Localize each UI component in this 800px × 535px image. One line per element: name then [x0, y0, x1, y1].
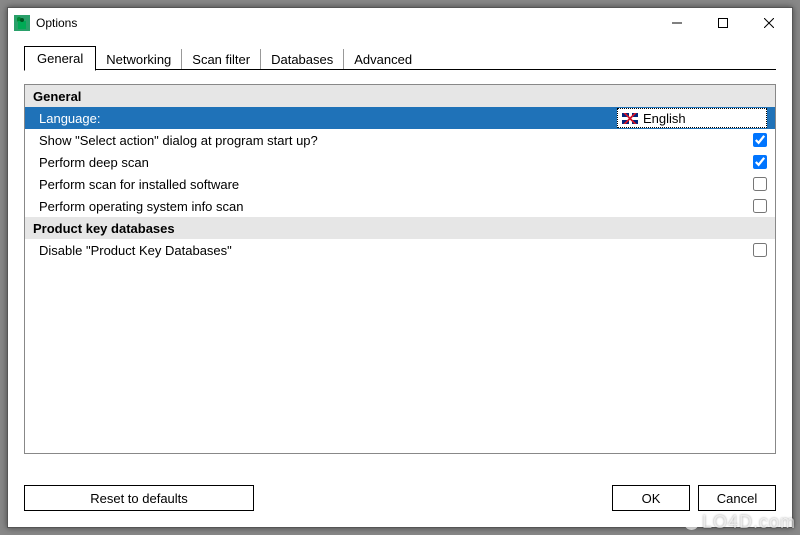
app-icon — [14, 15, 30, 31]
minimize-button[interactable] — [654, 8, 700, 38]
options-panel: General Language: English Show "Select a… — [24, 84, 776, 454]
row-os-info[interactable]: Perform operating system info scan — [25, 195, 775, 217]
reset-defaults-button[interactable]: Reset to defaults — [24, 485, 254, 511]
tab-scan-filter[interactable]: Scan filter — [181, 49, 260, 70]
window-controls — [654, 8, 792, 38]
row-os-info-label: Perform operating system info scan — [33, 199, 617, 214]
window-title: Options — [36, 16, 654, 30]
tab-databases[interactable]: Databases — [260, 49, 343, 70]
section-header-general: General — [25, 85, 775, 107]
cancel-button[interactable]: Cancel — [698, 485, 776, 511]
row-language-label: Language: — [33, 111, 617, 126]
titlebar: Options — [8, 8, 792, 38]
row-disable-pkdb-label: Disable "Product Key Databases" — [33, 243, 617, 258]
row-disable-pkdb[interactable]: Disable "Product Key Databases" — [25, 239, 775, 261]
row-deep-scan[interactable]: Perform deep scan — [25, 151, 775, 173]
options-window: Options General Networking Scan filter D… — [7, 7, 793, 528]
close-button[interactable] — [746, 8, 792, 38]
spacer — [262, 485, 604, 511]
ok-button[interactable]: OK — [612, 485, 690, 511]
content-area: General Networking Scan filter Databases… — [8, 38, 792, 471]
section-header-pkdb-label: Product key databases — [33, 221, 767, 236]
row-deep-scan-label: Perform deep scan — [33, 155, 617, 170]
row-installed-software-label: Perform scan for installed software — [33, 177, 617, 192]
row-show-dialog[interactable]: Show "Select action" dialog at program s… — [25, 129, 775, 151]
section-header-pkdb: Product key databases — [25, 217, 775, 239]
row-language[interactable]: Language: English — [25, 107, 775, 129]
section-header-general-label: General — [33, 89, 767, 104]
footer: Reset to defaults OK Cancel — [8, 471, 792, 527]
tab-bar: General Networking Scan filter Databases… — [24, 46, 776, 70]
language-value: English — [643, 111, 686, 126]
os-info-checkbox[interactable] — [753, 199, 767, 213]
maximize-button[interactable] — [700, 8, 746, 38]
tab-general[interactable]: General — [24, 46, 96, 71]
show-dialog-checkbox[interactable] — [753, 133, 767, 147]
row-show-dialog-label: Show "Select action" dialog at program s… — [33, 133, 617, 148]
uk-flag-icon — [622, 113, 638, 124]
disable-pkdb-checkbox[interactable] — [753, 243, 767, 257]
row-installed-software[interactable]: Perform scan for installed software — [25, 173, 775, 195]
deep-scan-checkbox[interactable] — [753, 155, 767, 169]
tab-networking[interactable]: Networking — [96, 49, 181, 70]
language-select[interactable]: English — [617, 108, 767, 128]
tab-advanced[interactable]: Advanced — [343, 49, 422, 70]
installed-software-checkbox[interactable] — [753, 177, 767, 191]
